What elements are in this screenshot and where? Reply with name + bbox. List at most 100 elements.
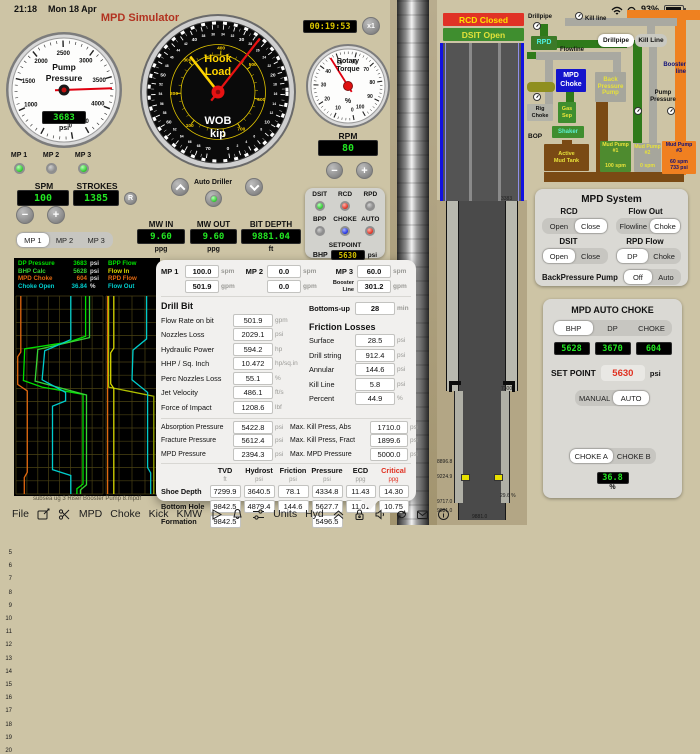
- hook-load-gauge: 0246810121416182022242628303234363840424…: [139, 13, 297, 171]
- legend-row: DP Pressure3683psi: [16, 260, 104, 268]
- kick-menu[interactable]: Kick: [149, 508, 169, 520]
- compose-icon[interactable]: [37, 508, 50, 521]
- svg-text:80: 80: [370, 80, 376, 86]
- auto-button[interactable]: AUTO: [613, 391, 649, 405]
- indicator-light: [340, 226, 350, 236]
- back-pressure-pump-box[interactable]: BackPressurePump: [595, 72, 626, 102]
- bpp-auto-button[interactable]: Auto: [652, 270, 680, 284]
- mpd-choke-box[interactable]: MPDChoke: [556, 69, 586, 92]
- choke-select-toggle: CHOKE A CHOKE B: [569, 448, 656, 464]
- sliders-icon[interactable]: [252, 508, 265, 521]
- dsit-open-button[interactable]: Open: [543, 249, 575, 263]
- scissors-icon[interactable]: [58, 508, 71, 521]
- rpd-dp-button[interactable]: DP: [617, 249, 649, 263]
- spm-increase-button[interactable]: +: [47, 206, 65, 224]
- drill-bit-row: Force of Impact1208.6lbf: [161, 400, 301, 415]
- info-icon[interactable]: [437, 508, 450, 521]
- svg-text:56: 56: [160, 102, 164, 106]
- pressure-limits-row: Absorption Pressure5422.8psi Max. Kill P…: [161, 421, 411, 435]
- tab-mp1[interactable]: MP 1: [17, 233, 49, 247]
- mp1-spm-field[interactable]: 100.0: [185, 265, 219, 278]
- choke-a-button[interactable]: CHOKE A: [570, 449, 613, 463]
- auto-driller-button[interactable]: [205, 190, 222, 207]
- sync-icon[interactable]: [395, 508, 408, 521]
- max-pressure-value: 1899.6: [370, 434, 408, 447]
- speed-button[interactable]: x1: [362, 17, 380, 35]
- pressure-legend: DP Pressure3683psi BHP Calc5628psi MPD C…: [16, 260, 104, 290]
- rcd-open-button[interactable]: Open: [543, 219, 575, 233]
- booster-line-label: Boosterline: [652, 62, 686, 76]
- play-icon[interactable]: [210, 508, 223, 521]
- file-menu[interactable]: File: [12, 508, 29, 520]
- indicator-light: [315, 201, 325, 211]
- rpd-choke-button[interactable]: Choke: [648, 249, 680, 263]
- svg-text:70: 70: [205, 146, 211, 152]
- bit-depth-unit: ft: [241, 246, 301, 253]
- kill-line-pill-button[interactable]: Kill Line: [635, 34, 667, 47]
- rpm-readout: 80: [318, 140, 378, 156]
- kill-line-label: Kill line: [585, 16, 606, 22]
- rpd-box[interactable]: RPD: [531, 36, 557, 50]
- mpd-menu[interactable]: MPD: [79, 508, 102, 520]
- rpm-increase-button[interactable]: +: [356, 162, 373, 179]
- bottoms-up-row: Bottoms-up28min: [309, 301, 411, 316]
- pump-led: MP 3: [72, 152, 94, 179]
- mp2-spm-field[interactable]: 0.0: [267, 265, 301, 278]
- rig-choke-box[interactable]: RigChoke: [527, 104, 553, 121]
- strokes-readout: 1385: [73, 190, 119, 206]
- set-point-field[interactable]: 5630: [601, 365, 645, 381]
- manual-button[interactable]: MANUAL: [576, 391, 613, 405]
- bhp-tab[interactable]: BHP: [554, 321, 593, 335]
- tab-mp3[interactable]: MP 3: [80, 233, 112, 247]
- strokes-reset-button[interactable]: R: [124, 192, 137, 205]
- rcd-close-button[interactable]: Close: [575, 219, 607, 233]
- speaker-icon[interactable]: [374, 508, 387, 521]
- hydraulics-popover: MP 1100.0spm MP 20.0spm MP 360.0spm 501.…: [156, 260, 416, 501]
- drill-bit-value: 1208.6: [233, 401, 273, 414]
- gas-sep-box[interactable]: GasSep: [558, 102, 576, 123]
- mud-pump-3-box[interactable]: Mud Pump#3 60 spm733 psi: [662, 141, 696, 174]
- hyd-menu[interactable]: Hyd: [305, 508, 324, 520]
- bpp-off-button[interactable]: Off: [624, 270, 652, 284]
- mud-pump-2-box[interactable]: Mud Pump#20 spm: [634, 143, 661, 172]
- depth-label-2: 9224.9: [437, 474, 452, 480]
- tab-mp2[interactable]: MP 2: [49, 233, 81, 247]
- units-menu[interactable]: Units: [273, 508, 297, 520]
- friction-losses-title: Friction Losses: [309, 322, 411, 332]
- dp-tab[interactable]: DP: [593, 321, 632, 335]
- shaker-box[interactable]: Shaker: [552, 126, 584, 138]
- drill-bit-row: HHP / Sq. Inch10.472hp/sq.in: [161, 357, 301, 372]
- double-chevron-up-icon[interactable]: [332, 508, 345, 521]
- pump-pressure-label: PumpPressure: [643, 90, 683, 104]
- dsit-close-button[interactable]: Close: [575, 249, 607, 263]
- indicator: AUTO: [358, 216, 383, 241]
- svg-text:6: 6: [253, 134, 255, 138]
- flowline-button[interactable]: Flowline: [617, 219, 651, 233]
- mud-pump-1-box[interactable]: Mud Pump#1100 spm: [600, 141, 631, 172]
- choke-tab[interactable]: CHOKE: [632, 321, 671, 335]
- choke-position-readout: 36.8: [597, 472, 629, 484]
- bell-icon[interactable]: [231, 508, 244, 521]
- bottoms-up-value: 28: [355, 302, 395, 315]
- spm-decrease-button[interactable]: −: [16, 206, 34, 224]
- sim-timer: 00:19:53: [303, 20, 357, 33]
- choke-b-button[interactable]: CHOKE B: [613, 449, 656, 463]
- increase-wob-button[interactable]: [171, 178, 189, 196]
- lock-icon[interactable]: [353, 508, 366, 521]
- rpm-decrease-button[interactable]: −: [326, 162, 343, 179]
- envelope-icon[interactable]: [416, 508, 429, 521]
- wob-label: WOBkip: [188, 115, 248, 141]
- choke-open-label: 29.6 %: [500, 493, 516, 499]
- drillpipe-pill-button[interactable]: Drillpipe: [598, 34, 634, 47]
- kmw-menu[interactable]: KMW: [176, 508, 202, 520]
- flow-out-choke-button[interactable]: Choke: [650, 219, 680, 233]
- choke-menu[interactable]: Choke: [110, 508, 140, 520]
- flow-out-label: Flow Out: [628, 207, 662, 216]
- active-mud-tank-box[interactable]: ActiveMud Tank: [544, 144, 589, 171]
- decrease-wob-button[interactable]: [245, 178, 263, 196]
- auto-choke-mode-tabs: BHP DP CHOKE: [553, 320, 672, 336]
- svg-text:400: 400: [217, 45, 225, 51]
- chart-y-axis: 567891011121314151617181920: [0, 258, 13, 498]
- pressure-limits-row: MPD Pressure2394.3psi Max. MPD Pressure5…: [161, 448, 411, 462]
- mp3-spm-field[interactable]: 60.0: [357, 265, 391, 278]
